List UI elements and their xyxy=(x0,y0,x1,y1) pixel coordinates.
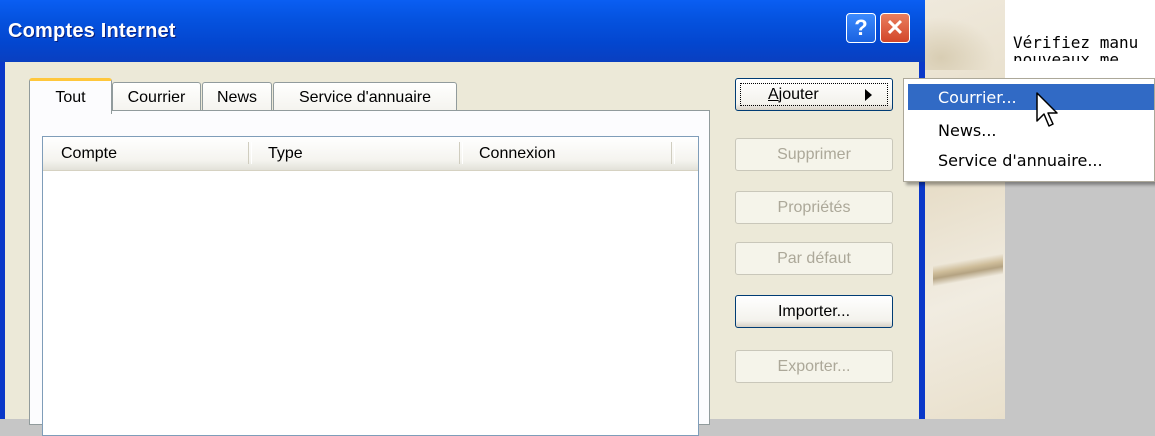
menu-item-label: News... xyxy=(938,120,997,140)
help-icon: ? xyxy=(854,15,868,40)
menu-item-service-annuaire[interactable]: Service d'annuaire... xyxy=(908,147,1154,173)
submenu-arrow-icon xyxy=(865,89,872,101)
tab-label: Courrier xyxy=(127,88,186,106)
tab-label: Tout xyxy=(55,88,86,106)
column-header-compte[interactable]: Compte xyxy=(43,137,248,170)
list-header: Compte Type Connexion xyxy=(43,137,698,171)
column-header-label: Compte xyxy=(61,144,118,162)
tab-courrier[interactable]: Courrier xyxy=(112,82,201,112)
background-artwork xyxy=(925,0,1005,419)
proprietes-button[interactable]: Propriétés xyxy=(735,191,893,224)
tab-news[interactable]: News xyxy=(202,82,272,112)
tab-label: News xyxy=(216,88,257,106)
menu-item-label: Service d'annuaire... xyxy=(938,150,1103,170)
supprimer-label: Supprimer xyxy=(777,145,851,163)
dialog-client-area: Tout Courrier News Service d'annuaire Co… xyxy=(5,62,919,436)
menu-item-label: Courrier... xyxy=(938,87,1017,107)
menu-item-news[interactable]: News... xyxy=(908,117,1154,143)
tab-service-annuaire[interactable]: Service d'annuaire xyxy=(273,82,457,112)
close-icon: ✕ xyxy=(885,15,905,40)
menu-item-courrier[interactable]: Courrier... xyxy=(908,84,1154,110)
background-text-line-1: Vérifiez manu xyxy=(1013,34,1139,52)
importer-label: Importer... xyxy=(777,302,851,320)
mouse-pointer-icon xyxy=(1036,92,1058,127)
title-bar[interactable]: Comptes Internet ? ✕ xyxy=(0,0,925,62)
accounts-list[interactable]: Compte Type Connexion xyxy=(42,136,699,436)
column-header-label: Connexion xyxy=(479,144,556,162)
tab-label: Service d'annuaire xyxy=(298,88,432,106)
column-header-type[interactable]: Type xyxy=(250,137,460,170)
exporter-button[interactable]: Exporter... xyxy=(735,350,893,383)
artwork-swoosh xyxy=(925,10,1005,70)
dialog-title: Comptes Internet xyxy=(8,20,176,42)
internet-accounts-dialog: Comptes Internet ? ✕ Tout Courrier News … xyxy=(0,0,925,436)
column-header-connexion[interactable]: Connexion xyxy=(461,137,671,170)
ajouter-button[interactable]: Ajouter xyxy=(735,78,893,111)
column-header-label: Type xyxy=(268,144,303,162)
supprimer-button[interactable]: Supprimer xyxy=(735,138,893,171)
close-button[interactable]: ✕ xyxy=(880,13,910,43)
par-defaut-button[interactable]: Par défaut xyxy=(735,242,893,275)
column-separator[interactable] xyxy=(671,142,675,164)
artwork-pen xyxy=(933,250,1003,290)
tab-page: Compte Type Connexion xyxy=(29,110,710,436)
importer-button[interactable]: Importer... xyxy=(735,295,893,328)
background-window-text: Vérifiez manu nouveaux me xyxy=(1013,34,1155,61)
background-text-line-2: nouveaux me xyxy=(1013,51,1119,61)
proprietes-label: Propriétés xyxy=(777,198,851,216)
par-defaut-label: Par défaut xyxy=(777,249,851,267)
tab-tout[interactable]: Tout xyxy=(29,78,112,114)
ajouter-popup-menu: Courrier... News... Service d'annuaire..… xyxy=(903,78,1155,182)
help-button[interactable]: ? xyxy=(846,13,876,43)
exporter-label: Exporter... xyxy=(777,357,851,375)
